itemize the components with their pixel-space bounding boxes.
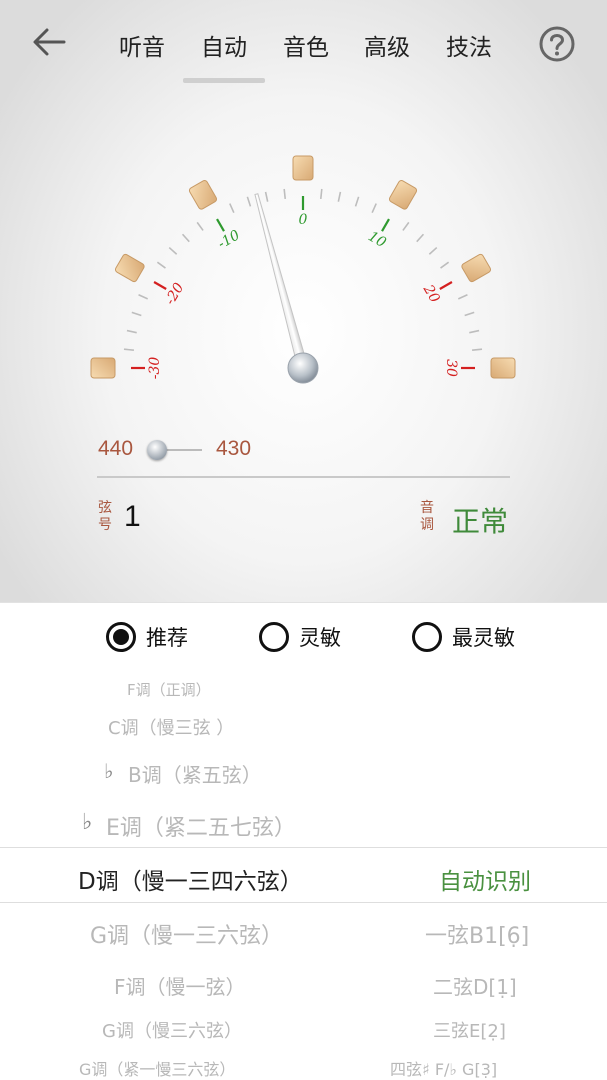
tune-label: 音 调 [419, 500, 435, 534]
dial-pegs [90, 155, 516, 379]
ref-pitch-slider-knob[interactable] [147, 440, 167, 460]
auto-detect-label[interactable]: 自动识别 [439, 862, 531, 896]
string-note: 三弦E[2̣] [433, 1021, 506, 1042]
tune-status: 正常 [452, 505, 509, 538]
mode-most-sensitive[interactable]: 最灵敏 [412, 619, 515, 655]
needle-hub [287, 352, 319, 384]
selected-key[interactable]: D调（慢一三四六弦） [78, 862, 303, 896]
flat-icon: ♭ [104, 759, 114, 783]
mode-label: 最灵敏 [452, 626, 515, 650]
radio-selected-icon[interactable] [106, 622, 136, 652]
dial-minor-tick [457, 294, 468, 300]
dial-minor-tick [131, 311, 142, 317]
dial-major-tick [439, 281, 453, 290]
mode-label: 推荐 [146, 626, 188, 650]
tune-label-char: 音 [420, 500, 434, 516]
radio-unselected-icon[interactable] [259, 622, 289, 652]
dial-scale-label: 20 [419, 281, 442, 305]
dial-minor-tick [196, 221, 204, 231]
dial-scale-label: -30 [147, 357, 163, 380]
dial-minor-tick [229, 203, 235, 214]
dial-minor-tick [464, 311, 475, 317]
tuner-needle [254, 193, 319, 384]
dial-scale-label: -20 [162, 280, 187, 308]
dial-scale-label: 10 [365, 228, 389, 251]
dial-scale-label: 0 [299, 212, 308, 228]
dial-minor-tick [428, 246, 438, 255]
dial-minor-tick [319, 188, 323, 200]
dial-minor-tick [168, 246, 178, 255]
sensitivity-modes: 推荐 灵敏 最灵敏 [0, 602, 607, 671]
dial-minor-tick [440, 261, 450, 269]
key-item[interactable]: E调（紧二五七弦） [106, 810, 296, 842]
key-item[interactable]: C调（慢三弦 ） [108, 714, 234, 740]
dial-scale-label: -10 [215, 227, 243, 252]
tune-label-char: 调 [420, 517, 434, 533]
tuning-peg-marker [388, 180, 418, 210]
key-item[interactable]: F调（慢一弦） [114, 971, 246, 1000]
string-note: 四弦♯ F/♭ G[3̣] [390, 1060, 498, 1079]
tuning-peg-marker [90, 357, 116, 379]
dial-minor-tick [416, 233, 425, 243]
key-item[interactable]: B调（紧五弦） [128, 759, 262, 788]
dial-minor-tick [283, 188, 287, 200]
string-note: 二弦D[1̣] [433, 975, 517, 999]
tuner-dial: -30 -20 -10 0 10 20 30 [90, 155, 516, 384]
ref-pitch-left: 440 [98, 437, 134, 460]
tuning-peg-marker [188, 180, 218, 210]
mode-label: 灵敏 [299, 626, 341, 650]
key-item[interactable]: G调（紧一慢三六弦） [79, 1056, 235, 1080]
radio-unselected-icon[interactable] [412, 622, 442, 652]
dial-minor-tick [471, 348, 483, 352]
mode-sensitive[interactable]: 灵敏 [259, 619, 341, 655]
dial-minor-tick [469, 329, 480, 334]
string-number-label: 弦 号 [97, 500, 113, 534]
dial-minor-tick [126, 329, 137, 334]
string-label-char: 弦 [98, 500, 112, 516]
flat-icon: ♭ [82, 810, 93, 835]
key-item[interactable]: F调（正调） [127, 679, 211, 700]
string-label-char: 号 [98, 517, 112, 533]
dial-minor-tick [354, 196, 360, 207]
key-item[interactable]: G调（慢三六弦） [102, 1017, 242, 1043]
dial-minor-tick [337, 191, 342, 202]
dial-minor-tick [156, 261, 166, 269]
dial-scale-label: 30 [443, 359, 459, 377]
dial-minor-tick [402, 221, 410, 231]
string-number-value: 1 [124, 500, 141, 533]
tuner-panel: 听音 自动 音色 高级 技法 -30 -20 -10 0 10 20 30 44… [0, 0, 607, 602]
dial-minor-tick [123, 348, 135, 352]
tuning-peg-marker [461, 253, 491, 283]
string-note: 一弦B1[6̣] [425, 924, 530, 949]
dial-major-tick [216, 218, 225, 232]
dial-major-tick [381, 218, 390, 232]
divider [97, 476, 510, 478]
tuning-peg-marker [115, 253, 145, 283]
dial-minor-tick [264, 191, 269, 202]
dial-major-tick [153, 281, 167, 290]
dial-minor-tick [246, 196, 252, 207]
key-item[interactable]: G调（慢一三六弦） [90, 918, 283, 950]
tuning-peg-marker [292, 155, 314, 181]
dial-minor-tick [181, 233, 190, 243]
dial-minor-tick [371, 203, 377, 214]
tuning-peg-marker [490, 357, 516, 379]
key-picker[interactable]: F调（正调） C调（慢三弦 ） ♭ B调（紧五弦） ♭ E调（紧二五七弦） D调… [0, 670, 607, 1080]
dial-minor-tick [138, 294, 149, 300]
mode-recommended[interactable]: 推荐 [106, 619, 188, 655]
ref-pitch-right: 430 [216, 437, 252, 460]
